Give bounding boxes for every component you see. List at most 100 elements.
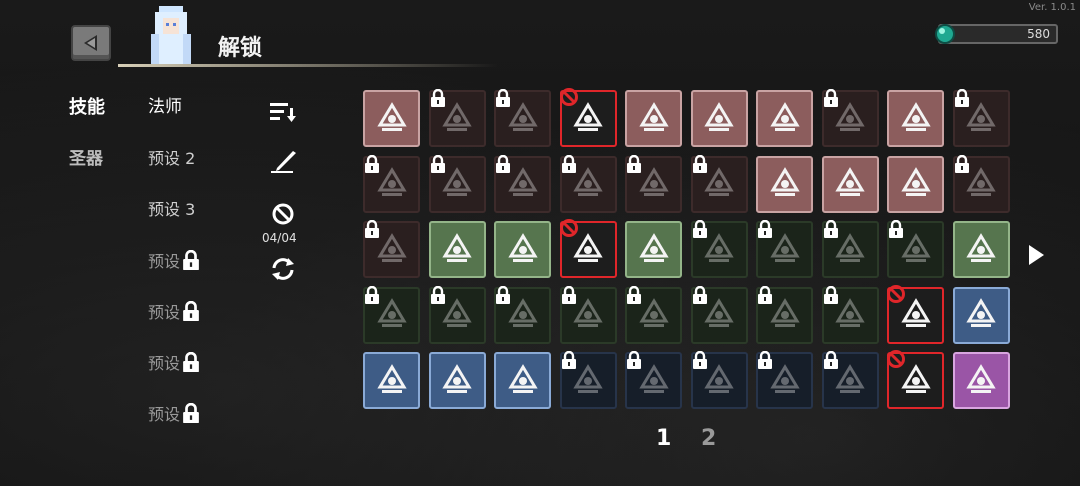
tab-relic[interactable]: 圣器 [69, 144, 103, 169]
preset-item[interactable]: 法师 [148, 92, 182, 117]
skill-slot[interactable] [952, 352, 1010, 409]
preset-item[interactable]: 预设 [148, 350, 200, 374]
skill-slot[interactable] [428, 285, 486, 344]
preset-label: 预设 [148, 405, 181, 424]
skill-slot[interactable] [625, 90, 682, 147]
title-underline [118, 64, 498, 67]
preset-item[interactable]: 预设 [148, 248, 200, 272]
skill-slot[interactable] [887, 90, 944, 147]
preset-item[interactable]: 预设 [148, 401, 200, 425]
skill-slot[interactable] [625, 350, 682, 409]
bullseye-icon [767, 164, 803, 204]
skill-slot[interactable] [821, 88, 879, 147]
skill-slot[interactable] [690, 219, 748, 278]
skill-slot[interactable] [559, 285, 617, 344]
skill-slot[interactable] [428, 154, 486, 213]
skill-slot[interactable] [952, 286, 1010, 344]
potion-flask-icon [767, 99, 803, 139]
skill-slot[interactable] [690, 154, 748, 213]
skill-slot[interactable] [690, 350, 748, 409]
skill-slot[interactable] [428, 352, 486, 409]
currency-value: 580 [1027, 27, 1050, 41]
skill-slot[interactable] [887, 219, 944, 278]
skill-slot[interactable] [690, 285, 748, 344]
sword-up-icon [505, 361, 541, 401]
skill-slot[interactable] [756, 219, 813, 278]
skill-slot[interactable] [887, 155, 944, 213]
skill-slot[interactable] [952, 88, 1010, 147]
skill-slot[interactable] [625, 285, 682, 344]
skill-slot[interactable] [821, 285, 879, 344]
tab-skill[interactable]: 技能 [69, 93, 105, 119]
page-2-button[interactable]: 2 [701, 426, 716, 451]
skill-slot[interactable] [559, 88, 617, 147]
skill-grid [363, 88, 1010, 409]
skill-slot[interactable] [363, 90, 420, 147]
skill-slot[interactable] [952, 154, 1010, 213]
skill-slot[interactable] [559, 350, 617, 409]
lock-icon [561, 285, 577, 304]
skill-slot[interactable] [428, 88, 486, 147]
lock-icon [823, 219, 839, 238]
lock-icon [823, 350, 839, 369]
skill-slot[interactable] [494, 285, 551, 344]
skill-slot[interactable] [756, 285, 813, 344]
skill-slot[interactable] [428, 221, 486, 278]
refresh-button[interactable] [268, 255, 298, 283]
cloud-burst-icon [898, 164, 934, 204]
lock-icon [692, 219, 708, 238]
refresh-icon [272, 258, 294, 280]
skill-slot[interactable] [625, 154, 682, 213]
arrow-up-icon [636, 99, 672, 139]
preset-item[interactable]: 预设 [148, 299, 200, 323]
lock-icon [626, 350, 642, 369]
skill-slot[interactable] [821, 219, 879, 278]
slash-orbit-icon [374, 99, 410, 139]
skill-slot[interactable] [559, 219, 617, 278]
sort-button[interactable] [268, 98, 298, 126]
character-avatar-icon [151, 6, 191, 64]
spiked-chain-icon [505, 230, 541, 270]
lock-icon [430, 285, 446, 304]
clear-button[interactable] [268, 200, 298, 228]
skill-slot[interactable] [756, 350, 813, 409]
shard-slash-icon [439, 230, 475, 270]
skill-slot[interactable] [559, 154, 617, 213]
skill-slot[interactable] [494, 221, 551, 278]
skill-slot[interactable] [821, 350, 879, 409]
gem-icon [935, 24, 955, 44]
back-button[interactable] [71, 25, 111, 61]
lock-icon [182, 351, 200, 373]
skill-slot[interactable] [494, 154, 551, 213]
skill-slot[interactable] [886, 349, 944, 409]
skill-slot[interactable] [494, 88, 551, 147]
skill-slot[interactable] [690, 90, 748, 147]
lock-icon [561, 350, 577, 369]
edit-button[interactable] [268, 148, 298, 176]
lock-icon [182, 402, 200, 424]
page-1-button[interactable]: 1 [656, 426, 671, 451]
skill-slot[interactable] [363, 154, 420, 213]
skill-slot[interactable] [625, 221, 682, 278]
ban-icon [886, 349, 906, 369]
preset-item[interactable]: 预设 2 [148, 145, 195, 169]
lock-icon [954, 88, 970, 107]
next-page-arrow-icon[interactable] [1027, 244, 1045, 266]
ghost-flame-icon [963, 295, 999, 335]
skill-slot[interactable] [363, 219, 420, 278]
skill-slot[interactable] [952, 221, 1010, 278]
skill-slot[interactable] [494, 352, 551, 409]
skill-slot[interactable] [363, 352, 420, 409]
lock-icon [364, 219, 380, 238]
skill-slot[interactable] [887, 284, 944, 344]
skill-slot[interactable] [756, 155, 813, 213]
lock-icon [626, 154, 642, 173]
skill-slot[interactable] [363, 285, 420, 344]
lock-icon [823, 285, 839, 304]
preset-label: 预设 2 [148, 149, 196, 168]
preset-item[interactable]: 预设 3 [148, 196, 195, 220]
preset-label: 预设 3 [148, 200, 196, 219]
skill-slot[interactable] [821, 155, 879, 213]
skill-slot[interactable] [756, 90, 813, 147]
ban-icon [272, 203, 294, 225]
